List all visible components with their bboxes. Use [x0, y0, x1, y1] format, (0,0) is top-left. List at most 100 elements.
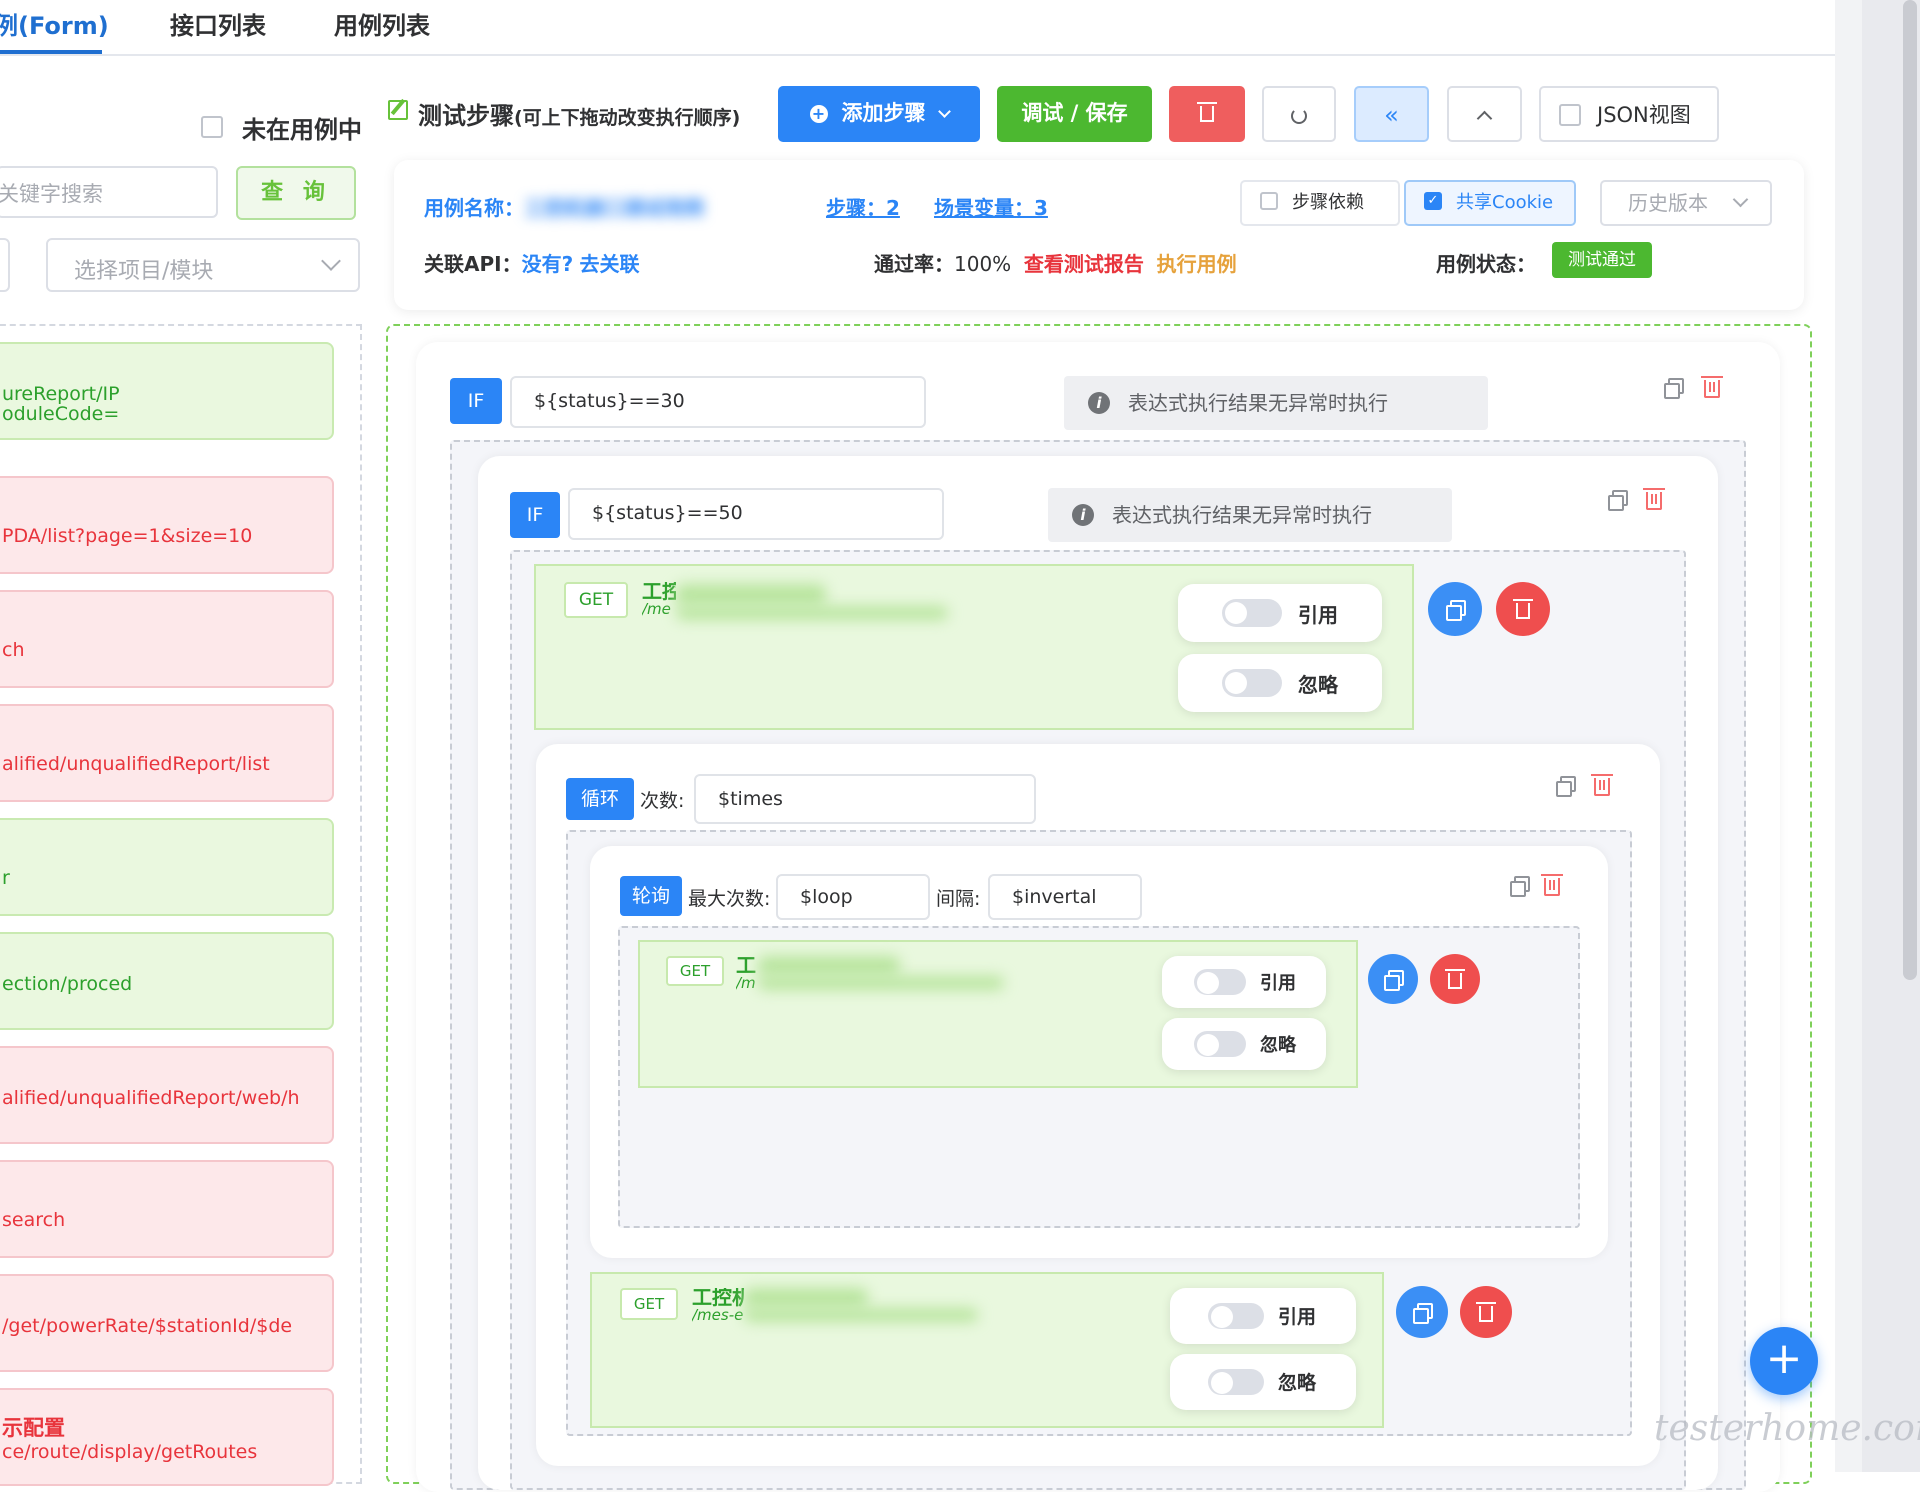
plus-icon: + [1765, 1333, 1803, 1384]
not-in-case-checkbox[interactable] [201, 116, 223, 138]
api-list-item[interactable]: ch [0, 590, 334, 688]
poll-max-label: 最大次数: [688, 888, 771, 910]
json-view-checkbox[interactable] [1559, 104, 1581, 126]
blurred-api-name [758, 956, 900, 976]
delete-step-button[interactable] [1460, 1286, 1512, 1338]
api-step-path: /mes-e [692, 1306, 744, 1324]
ignore-switch[interactable] [1208, 1369, 1264, 1395]
if-tag: IF [510, 492, 560, 538]
trash-icon[interactable] [1541, 874, 1563, 896]
delete-button[interactable] [1169, 86, 1245, 142]
copy-step-button[interactable] [1396, 1286, 1448, 1338]
if-expression-input[interactable]: ${status}==50 [568, 488, 944, 540]
copy-icon[interactable] [1608, 490, 1628, 511]
chevron-down-icon [1732, 191, 1749, 208]
steps-count-link[interactable]: 步骤：2 [826, 192, 900, 221]
case-status-label: 用例状态： [1436, 252, 1536, 276]
edit-icon [388, 100, 408, 120]
api-item-path: alified/unqualifiedReport/web/h [2, 1087, 300, 1109]
tab-case-list[interactable]: 用例列表 [334, 6, 430, 41]
scroll-top-button[interactable] [1447, 86, 1522, 142]
steps-title-text: 测试步骤 [418, 102, 514, 130]
api-list-item[interactable]: search [0, 1160, 334, 1258]
project-module-select[interactable]: 选择项目/模块 [46, 238, 360, 292]
scrollbar-thumb[interactable] [1903, 0, 1917, 980]
trash-icon[interactable] [1643, 488, 1665, 510]
pass-rate-value: 100% [954, 252, 1012, 276]
ignore-switch[interactable] [1222, 669, 1282, 697]
api-list-item[interactable]: alified/unqualifiedReport/web/h [0, 1046, 334, 1144]
ignore-label: 忽略 [1278, 1372, 1317, 1394]
steps-count-value: 2 [886, 196, 900, 220]
api-item-title: 示配置 [2, 1416, 65, 1440]
steps-title: 测试步骤(可上下拖动改变执行顺序) [418, 96, 740, 131]
api-list-item[interactable]: ection/proced [0, 932, 334, 1030]
scene-var-value: 3 [1034, 196, 1048, 220]
reference-switch[interactable] [1208, 1303, 1264, 1329]
share-cookie-toggle[interactable]: ✓ 共享Cookie [1404, 180, 1576, 226]
blurred-api-path [758, 976, 1004, 990]
scene-var-link[interactable]: 场景变量：3 [934, 192, 1048, 221]
delete-step-button[interactable] [1496, 582, 1550, 636]
if-tag: IF [450, 378, 502, 424]
trash-icon[interactable] [1591, 774, 1613, 796]
view-report-link[interactable]: 查看测试报告 [1024, 252, 1144, 276]
ignore-switch[interactable] [1194, 1031, 1246, 1057]
json-view-label: JSON视图 [1597, 103, 1691, 127]
loop-times-input[interactable]: $times [694, 774, 1036, 824]
copy-step-button[interactable] [1428, 582, 1482, 636]
api-list-item[interactable]: PDA/list?page=1&size=10 [0, 476, 334, 574]
poll-tag: 轮询 [620, 876, 682, 916]
related-api-label: 关联API： [424, 252, 522, 276]
query-button[interactable]: 查 询 [236, 166, 356, 220]
step-dependency-checkbox[interactable] [1260, 192, 1278, 210]
related-api-row: 关联API：没有? 去关联 [424, 248, 640, 277]
copy-step-button[interactable] [1368, 954, 1418, 1004]
poll-interval-label: 间隔: [936, 888, 981, 910]
poll-interval-input[interactable]: $invertal [988, 874, 1142, 920]
check-icon[interactable]: ✓ [1424, 192, 1442, 210]
case-name-value[interactable]: 工控机接口测试用例 [524, 196, 704, 220]
step-dependency-toggle[interactable]: 步骤依赖 [1240, 180, 1400, 226]
keyword-search-input[interactable]: 关键字搜索 [0, 166, 218, 218]
if-hint-text: 表达式执行结果无异常时执行 [1112, 503, 1372, 527]
copy-icon[interactable] [1664, 378, 1684, 399]
left-select-edge[interactable] [0, 238, 10, 292]
api-item-path: ce/route/display/getRoutes [2, 1441, 258, 1463]
trash-icon[interactable] [1701, 376, 1723, 398]
history-version-label: 历史版本 [1628, 191, 1708, 215]
copy-icon [1384, 970, 1404, 991]
api-list-item[interactable]: r [0, 818, 334, 916]
related-api-none: 没有? [521, 252, 574, 276]
related-api-link[interactable]: 去关联 [580, 252, 640, 276]
refresh-button[interactable] [1262, 86, 1336, 142]
tab-api-list[interactable]: 接口列表 [170, 6, 266, 41]
scene-var-label: 场景变量： [934, 196, 1034, 220]
api-list-item[interactable]: alified/unqualifiedReport/list [0, 704, 334, 802]
copy-icon[interactable] [1556, 776, 1576, 797]
json-view-toggle[interactable]: JSON视图 [1539, 86, 1719, 142]
info-icon: i [1072, 504, 1094, 526]
reference-switch[interactable] [1194, 969, 1246, 995]
api-list-item[interactable]: 示配置 ce/route/display/getRoutes [0, 1388, 334, 1486]
run-case-link[interactable]: 执行用例 [1157, 252, 1237, 276]
api-item-path: alified/unqualifiedReport/list [2, 753, 270, 775]
add-step-fab[interactable]: + [1750, 1327, 1818, 1395]
pass-rate-row: 通过率：100% 查看测试报告 执行用例 [874, 248, 1237, 277]
tab-case-form[interactable]: 例(Form) [0, 6, 109, 41]
api-list-item[interactable]: ureReport/IP oduleCode= [0, 342, 334, 440]
collapse-button[interactable]: « [1354, 86, 1429, 142]
add-step-button[interactable]: + 添加步骤 [778, 86, 980, 142]
delete-step-button[interactable] [1430, 954, 1480, 1004]
poll-max-input[interactable]: $loop [776, 874, 930, 920]
chevron-up-icon [1476, 110, 1493, 127]
history-version-select[interactable]: 历史版本 [1600, 180, 1772, 226]
if-expression-input[interactable]: ${status}==30 [510, 376, 926, 428]
api-list-item[interactable]: /get/powerRate/$stationId/$de [0, 1274, 334, 1372]
api-item-path: ureReport/IP [2, 383, 120, 405]
debug-save-button[interactable]: 调试 / 保存 [997, 86, 1152, 142]
api-item-path: PDA/list?page=1&size=10 [2, 525, 253, 547]
reference-switch[interactable] [1222, 599, 1282, 627]
copy-icon[interactable] [1510, 876, 1530, 897]
api-step-name: 工/m [736, 956, 758, 992]
